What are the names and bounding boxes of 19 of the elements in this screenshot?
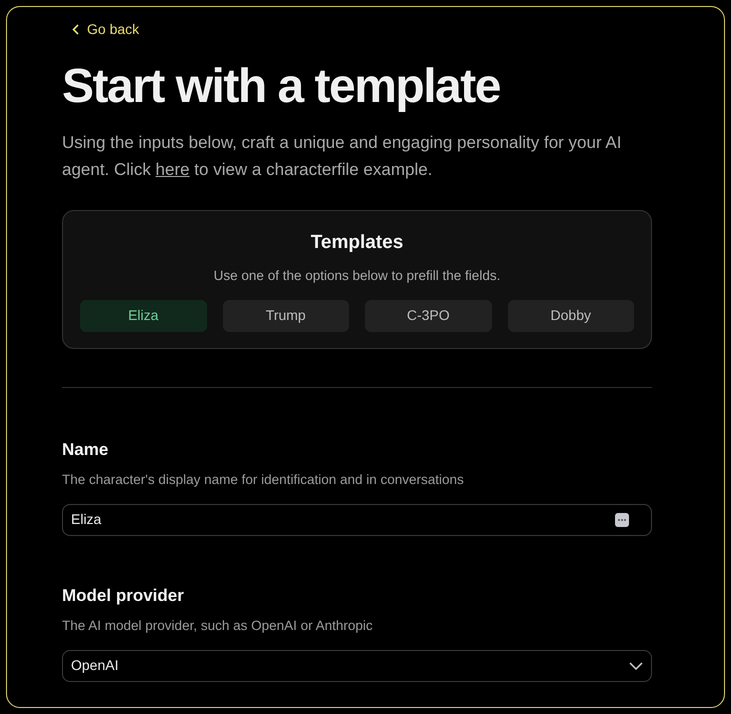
template-button[interactable]: C-3PO	[365, 300, 492, 332]
template-button[interactable]: Eliza	[80, 300, 206, 332]
field-label: Name	[62, 438, 110, 461]
chevron-left-icon	[72, 24, 79, 35]
field-description: The AI model provider, such as OpenAI or Anthropic	[62, 616, 374, 635]
provider-select[interactable]: OpenAI	[62, 650, 652, 682]
field-description: The character's display name for identification and in conversations	[62, 470, 465, 489]
intro-text: Using the inputs below, craft a unique and engaging personality for your AI agent. Click here to view a characterfile example.	[62, 132, 622, 181]
template-button[interactable]: Dobby	[508, 300, 634, 332]
more-icon[interactable]	[615, 512, 629, 527]
chevron-down-icon	[629, 662, 643, 670]
templates-subtitle: Use one of the options below to prefill the fields.	[214, 266, 500, 285]
go-back-link[interactable]: Go back	[72, 19, 140, 40]
field-label: Model provider	[62, 584, 185, 607]
name-input-field[interactable]: Eliza	[62, 504, 652, 536]
here-link[interactable]: here	[156, 160, 190, 179]
page-title: Start with a template	[62, 59, 501, 115]
template-button[interactable]: Trump	[222, 300, 349, 332]
templates-title: Templates	[310, 231, 404, 255]
